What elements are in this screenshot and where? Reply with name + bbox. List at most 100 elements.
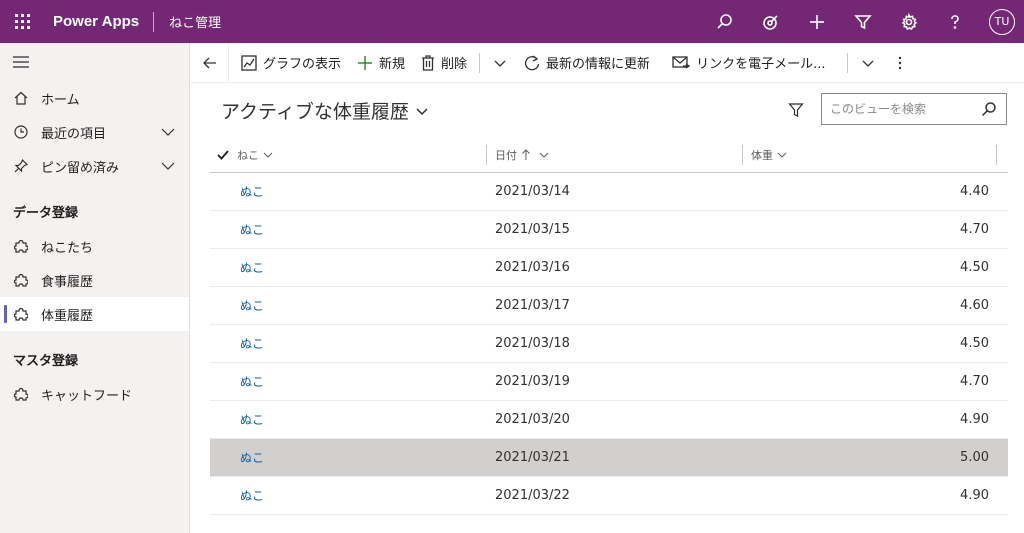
sidebar-item-label: キャットフード — [41, 388, 133, 404]
new-record-button[interactable]: 新規 — [349, 43, 413, 83]
cat-link[interactable]: ぬこ — [240, 221, 264, 238]
refresh-icon — [525, 54, 540, 70]
pin-icon — [14, 159, 28, 173]
date-cell: 2021/03/21 — [495, 450, 570, 465]
column-header-date[interactable]: 日付 — [486, 144, 549, 165]
weight-cell: 4.50 — [960, 260, 989, 275]
arrow-left-icon — [202, 57, 216, 68]
show-chart-button[interactable]: グラフの表示 — [233, 43, 349, 83]
sidebar-item-weight-history[interactable]: 体重履歴 — [0, 297, 189, 331]
sidebar-item-cat-food[interactable]: キャットフード — [0, 377, 189, 411]
sidebar-item-label: ピン留め済み — [41, 160, 120, 176]
search-input[interactable] — [822, 95, 972, 123]
date-cell: 2021/03/14 — [495, 184, 570, 199]
separator — [479, 52, 481, 73]
app-launcher-button[interactable] — [0, 0, 44, 43]
sidebar-item-label: ねこたち — [41, 240, 94, 256]
sidebar: ホーム 最近の項目 ピン留め済み データ登録 ねこたち 食事履歴 体重履歴 マス… — [0, 43, 190, 533]
brand-title[interactable]: Power Apps — [44, 11, 155, 32]
sidebar-item-pinned[interactable]: ピン留め済み — [0, 149, 189, 183]
table-row[interactable]: ぬこ 2021/03/18 4.50 — [210, 325, 1008, 363]
table-row[interactable]: ぬこ 2021/03/22 4.90 — [210, 477, 1008, 515]
advanced-find-button[interactable] — [840, 0, 886, 43]
column-header-weight[interactable]: 体重 — [742, 144, 787, 165]
settings-button[interactable] — [886, 0, 932, 43]
sidebar-item-meal-history[interactable]: 食事履歴 — [0, 263, 189, 297]
date-cell: 2021/03/22 — [495, 488, 570, 503]
search-button[interactable] — [972, 94, 1006, 124]
view-selector[interactable]: アクティブな体重履歴 — [221, 97, 428, 124]
table-row[interactable]: ぬこ 2021/03/15 4.70 — [210, 211, 1008, 249]
search-icon — [981, 102, 996, 117]
chevron-down-icon[interactable] — [161, 125, 175, 139]
weight-cell: 4.60 — [960, 298, 989, 313]
weight-cell: 5.00 — [960, 450, 989, 465]
filter-button[interactable] — [786, 100, 806, 120]
cat-link[interactable]: ぬこ — [240, 487, 264, 504]
puzzle-icon — [14, 387, 28, 401]
chevron-down-icon — [416, 107, 428, 115]
grid-body: ぬこ 2021/03/14 4.40 ぬこ 2021/03/15 4.70 ぬこ 2021/0… — [210, 173, 1008, 515]
help-icon — [951, 14, 959, 29]
email-link-button[interactable]: リンクを電子メール... — [664, 43, 833, 83]
user-profile-button[interactable]: TU — [978, 0, 1024, 43]
help-button[interactable] — [932, 0, 978, 43]
cat-link[interactable]: ぬこ — [240, 373, 264, 390]
cat-link[interactable]: ぬこ — [240, 259, 264, 276]
sitemap-toggle-button[interactable] — [0, 43, 189, 81]
weight-cell: 4.90 — [960, 412, 989, 427]
cat-link[interactable]: ぬこ — [240, 335, 264, 352]
plus-icon — [810, 14, 824, 29]
table-row[interactable]: ぬこ 2021/03/14 4.40 — [210, 173, 1008, 211]
sidebar-item-label: 食事履歴 — [41, 274, 94, 290]
gear-icon — [901, 12, 918, 30]
back-button[interactable] — [191, 42, 229, 83]
sort-ascending-icon — [522, 148, 530, 160]
cat-link[interactable]: ぬこ — [240, 183, 264, 200]
date-cell: 2021/03/18 — [495, 336, 570, 351]
view-title: アクティブな体重履歴 — [221, 101, 409, 123]
new-button[interactable] — [794, 0, 840, 43]
date-cell: 2021/03/20 — [495, 412, 570, 427]
chevron-down-icon[interactable] — [161, 159, 175, 173]
assistant-button[interactable] — [748, 0, 794, 43]
sidebar-item-recent[interactable]: 最近の項目 — [0, 115, 189, 149]
table-row[interactable]: ぬこ 2021/03/19 4.70 — [210, 363, 1008, 401]
chevron-down-icon — [494, 60, 506, 67]
weight-cell: 4.40 — [960, 184, 989, 199]
sidebar-item-cats[interactable]: ねこたち — [0, 229, 189, 263]
chevron-down-icon — [263, 152, 273, 158]
waffle-icon — [14, 14, 30, 29]
app-name[interactable]: ねこ管理 — [154, 12, 221, 31]
nav-group-title: データ登録 — [13, 205, 79, 221]
plus-icon — [358, 55, 373, 70]
select-all-checkbox[interactable] — [210, 149, 236, 160]
table-row[interactable]: ぬこ 2021/03/16 4.50 — [210, 249, 1008, 287]
delete-button[interactable]: 削除 — [413, 43, 475, 83]
date-cell: 2021/03/17 — [495, 298, 570, 313]
table-row[interactable]: ぬこ 2021/03/17 4.60 — [210, 287, 1008, 325]
more-email-options-button[interactable] — [852, 43, 884, 83]
cat-link[interactable]: ぬこ — [240, 411, 264, 428]
column-header-cat[interactable]: ねこ — [237, 145, 273, 165]
hamburger-icon — [13, 56, 29, 68]
table-row[interactable]: ぬこ 2021/03/20 4.90 — [210, 401, 1008, 439]
email-link-icon — [672, 55, 691, 69]
sidebar-item-home[interactable]: ホーム — [0, 81, 189, 115]
weight-cell: 4.90 — [960, 488, 989, 503]
cat-link[interactable]: ぬこ — [240, 449, 264, 466]
puzzle-icon — [14, 307, 28, 321]
more-delete-options-button[interactable] — [484, 43, 516, 83]
filter-icon — [788, 103, 804, 117]
table-row[interactable]: ぬこ 2021/03/21 5.00 — [210, 439, 1008, 477]
more-commands-button[interactable] — [884, 43, 916, 83]
sidebar-item-label: 最近の項目 — [41, 126, 107, 142]
cat-link[interactable]: ぬこ — [240, 297, 264, 314]
separator — [847, 52, 849, 73]
trash-icon — [422, 54, 435, 71]
email-link-label: リンクを電子メール... — [696, 57, 826, 72]
column-header-label: 体重 — [751, 148, 773, 162]
target-icon — [763, 14, 778, 30]
refresh-button[interactable]: 最新の情報に更新 — [516, 43, 658, 83]
search-button[interactable] — [702, 0, 748, 43]
